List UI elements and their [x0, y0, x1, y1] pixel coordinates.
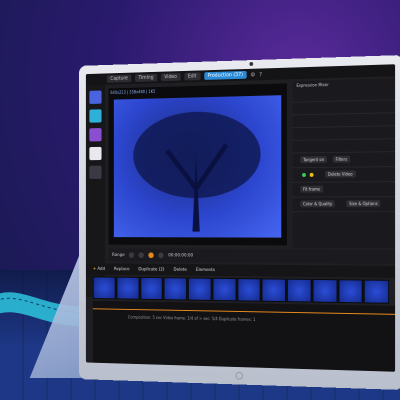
fit-frame-button[interactable]: Fit frame	[300, 185, 323, 193]
tab-capture[interactable]: Capture	[106, 74, 132, 83]
export-tool-icon[interactable]	[89, 165, 102, 179]
status-yellow-icon	[309, 172, 314, 177]
step-back-icon[interactable]	[138, 252, 145, 259]
transport-bar: Range 00:00:00:00	[108, 248, 396, 264]
draw-tool-icon[interactable]	[89, 109, 102, 123]
frame-thumbnail-strip[interactable]	[92, 276, 390, 304]
rewind-icon[interactable]	[129, 252, 135, 258]
right-panel: Expression Mixer Tangent on Filters Dele…	[292, 78, 396, 248]
tab-edit[interactable]: Edit	[184, 72, 201, 81]
size-options-button[interactable]: Size & Options	[346, 200, 381, 208]
frame-thumbnail[interactable]	[338, 279, 363, 304]
frame-thumbnail[interactable]	[212, 277, 236, 302]
app-screen: Capture Timing Video Edit Production (37…	[85, 64, 396, 372]
replace-button[interactable]: Replace	[114, 267, 130, 272]
frame-thumbnail[interactable]	[261, 278, 286, 303]
timeline-info: Composition: 5 sec Video frame: 1/4 of >…	[127, 314, 256, 322]
delete-video-button[interactable]: Delete Video	[325, 170, 356, 178]
capture-tool-icon[interactable]	[89, 90, 102, 104]
color-quality-button[interactable]: Color & Quality	[300, 200, 336, 208]
settings-icon[interactable]: ⚙	[250, 71, 255, 78]
play-icon[interactable]	[148, 252, 154, 259]
help-icon[interactable]: ?	[259, 71, 262, 78]
frame-thumbnail[interactable]	[116, 276, 140, 300]
frame-thumbnail[interactable]	[187, 277, 212, 301]
page-tool-icon[interactable]	[89, 146, 102, 161]
video-preview[interactable]: 640x213 | 358x480 | 1K5	[108, 83, 287, 246]
preview-resolution: 640x213 | 358x480 | 1K5	[110, 88, 156, 95]
frame-thumbnail[interactable]	[363, 279, 390, 304]
tab-video[interactable]: Video	[160, 72, 181, 82]
preview-frame-image	[113, 95, 282, 238]
filters-button[interactable]: Filters	[332, 155, 351, 163]
elements-button[interactable]: Elements	[196, 268, 215, 273]
tab-timing[interactable]: Timing	[134, 73, 158, 82]
tablet-device: Capture Timing Video Edit Production (37…	[78, 55, 400, 390]
tangent-on-button[interactable]: Tangent on	[300, 156, 328, 164]
range-label: Range	[112, 252, 125, 258]
frame-thumbnail[interactable]	[312, 278, 338, 303]
frame-thumbnail[interactable]	[92, 276, 116, 300]
home-button-icon[interactable]	[235, 371, 243, 380]
frame-thumbnail[interactable]	[163, 277, 188, 301]
timecode-display: 00:00:00:00	[168, 252, 194, 258]
step-forward-icon[interactable]	[158, 252, 164, 259]
delete-button[interactable]: Delete	[173, 267, 186, 272]
tab-production[interactable]: Production (37)	[203, 70, 247, 80]
duplicate-button[interactable]: Duplicate (2)	[138, 267, 164, 272]
camera-icon	[249, 61, 254, 66]
add-button[interactable]: + Add	[93, 267, 105, 272]
status-green-icon	[302, 172, 306, 177]
frame-thumbnail[interactable]	[286, 278, 312, 303]
timeline[interactable]: Composition: 5 sec Video frame: 1/4 of >…	[92, 300, 396, 372]
paint-tool-icon[interactable]	[89, 128, 102, 142]
frame-thumbnail[interactable]	[236, 278, 261, 302]
frame-toolbar: + Add Replace Duplicate (2) Delete Eleme…	[85, 263, 396, 278]
frame-thumbnail[interactable]	[139, 276, 163, 301]
